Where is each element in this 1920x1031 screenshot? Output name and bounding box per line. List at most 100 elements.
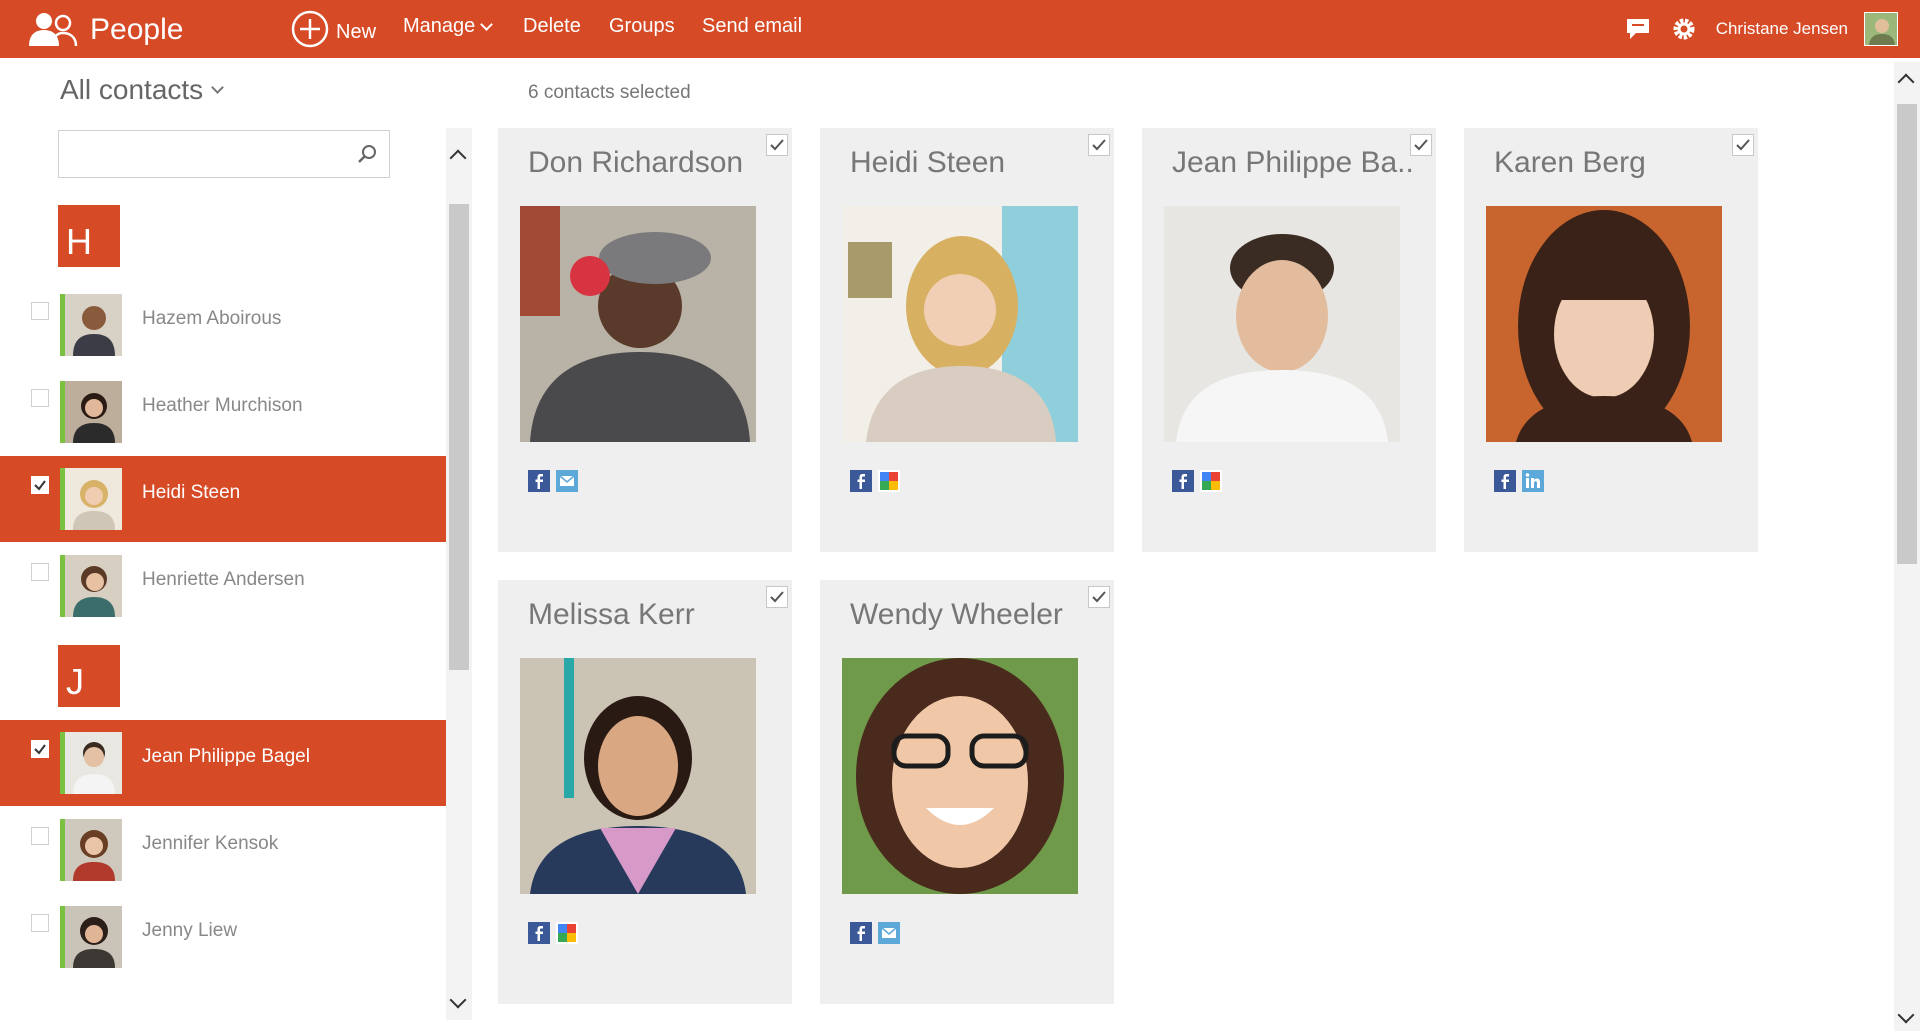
- search-icon[interactable]: [355, 142, 379, 166]
- google-icon[interactable]: [878, 470, 900, 492]
- contact-photo: [1486, 206, 1722, 442]
- contact-name: Heather Murchison: [142, 395, 303, 416]
- messenger-icon[interactable]: [556, 470, 578, 492]
- contact-checkbox[interactable]: [31, 827, 49, 845]
- contact-name: Hazem Aboirous: [142, 308, 282, 329]
- checkmark-icon: [1092, 591, 1106, 603]
- contact-card[interactable]: Heidi Steen: [820, 128, 1114, 552]
- checkmark-icon: [770, 591, 784, 603]
- contact-card[interactable]: Wendy Wheeler: [820, 580, 1114, 1004]
- group-letter-h[interactable]: H: [58, 205, 120, 267]
- contact-list-item[interactable]: Jennifer Kensok: [0, 807, 446, 893]
- app-brand[interactable]: People: [26, 10, 183, 50]
- search-box: [58, 130, 390, 178]
- facebook-icon[interactable]: [528, 922, 550, 944]
- contacts-filter-dropdown[interactable]: All contacts: [60, 74, 225, 106]
- checkmark-icon: [34, 480, 46, 491]
- contact-photo: [520, 658, 756, 894]
- chevron-down-icon: [480, 17, 494, 31]
- card-name: Karen Berg: [1494, 146, 1646, 179]
- delete-button[interactable]: Delete: [523, 15, 581, 38]
- scroll-up-icon[interactable]: [449, 149, 467, 167]
- card-name: Don Richardson: [528, 146, 744, 179]
- new-button[interactable]: New: [290, 10, 377, 49]
- new-label: New: [336, 20, 377, 43]
- scrollbar-thumb[interactable]: [449, 204, 469, 670]
- facebook-icon[interactable]: [1172, 470, 1194, 492]
- social-links: [1172, 470, 1222, 492]
- contact-photo: [520, 206, 756, 442]
- checkmark-icon: [1414, 139, 1428, 151]
- add-circle-icon: [291, 10, 329, 48]
- user-photo: [1865, 13, 1897, 45]
- contact-photo: [842, 658, 1078, 894]
- scrollbar-thumb[interactable]: [1897, 104, 1917, 564]
- contact-list-item[interactable]: Henriette Andersen: [0, 543, 446, 629]
- search-input[interactable]: [59, 131, 339, 175]
- user-name[interactable]: Christane Jensen: [1716, 19, 1848, 39]
- contact-checkbox[interactable]: [31, 476, 49, 494]
- top-bar: People New Manage Delete Groups Send ema…: [0, 0, 1920, 58]
- contact-card[interactable]: Karen Berg: [1464, 128, 1758, 552]
- contact-list-item[interactable]: Hazem Aboirous: [0, 282, 446, 368]
- scroll-down-icon[interactable]: [449, 991, 467, 1009]
- contact-list-item-selected[interactable]: Heidi Steen: [0, 456, 446, 542]
- contact-thumbnail: [60, 732, 122, 794]
- contact-photo: [1164, 206, 1400, 442]
- contact-checkbox[interactable]: [31, 389, 49, 407]
- account-area: Christane Jensen: [1624, 12, 1898, 46]
- messenger-icon[interactable]: [878, 922, 900, 944]
- card-checkbox[interactable]: [1088, 134, 1110, 156]
- contact-thumbnail: [60, 294, 122, 356]
- contact-thumbnail: [60, 555, 122, 617]
- card-name: Heidi Steen: [850, 146, 1006, 179]
- scroll-up-icon[interactable]: [1897, 73, 1915, 91]
- contact-thumbnail: [60, 819, 122, 881]
- contact-list-item[interactable]: Jenny Liew: [0, 894, 446, 980]
- contact-checkbox[interactable]: [31, 914, 49, 932]
- main-scrollbar[interactable]: [1894, 62, 1920, 1031]
- card-checkbox[interactable]: [766, 134, 788, 156]
- contact-thumbnail: [60, 906, 122, 968]
- user-avatar[interactable]: [1864, 12, 1898, 46]
- facebook-icon[interactable]: [528, 470, 550, 492]
- google-icon[interactable]: [556, 922, 578, 944]
- people-icon: [29, 13, 78, 47]
- linkedin-icon[interactable]: [1522, 470, 1544, 492]
- social-links: [850, 922, 900, 944]
- facebook-icon[interactable]: [850, 470, 872, 492]
- contact-checkbox[interactable]: [31, 740, 49, 758]
- facebook-icon[interactable]: [1494, 470, 1516, 492]
- google-icon[interactable]: [1200, 470, 1222, 492]
- contact-list-item-selected[interactable]: Jean Philippe Bagel: [0, 720, 446, 806]
- facebook-icon[interactable]: [850, 922, 872, 944]
- card-checkbox[interactable]: [1732, 134, 1754, 156]
- card-name: Melissa Kerr: [528, 598, 695, 631]
- delete-label: Delete: [523, 15, 581, 37]
- manage-menu[interactable]: Manage: [403, 15, 494, 38]
- settings-gear-icon[interactable]: [1670, 15, 1698, 43]
- contact-photo: [842, 206, 1078, 442]
- contact-card[interactable]: Don Richardson: [498, 128, 792, 552]
- card-checkbox[interactable]: [1410, 134, 1432, 156]
- contact-name: Jennifer Kensok: [142, 833, 279, 854]
- contact-list-scrollbar[interactable]: [446, 128, 472, 1020]
- contact-checkbox[interactable]: [31, 563, 49, 581]
- contact-list-item[interactable]: Heather Murchison: [0, 369, 446, 455]
- send-email-button[interactable]: Send email: [702, 15, 802, 38]
- contact-card[interactable]: Melissa Kerr: [498, 580, 792, 1004]
- social-links: [850, 470, 900, 492]
- chat-icon[interactable]: [1624, 15, 1652, 43]
- manage-label: Manage: [403, 15, 476, 37]
- group-letter-j[interactable]: J: [58, 645, 120, 707]
- card-checkbox[interactable]: [766, 586, 788, 608]
- scroll-down-icon[interactable]: [1897, 1006, 1915, 1024]
- contact-card[interactable]: Jean Philippe Ba...: [1142, 128, 1436, 552]
- chevron-down-icon: [211, 80, 225, 94]
- contact-thumbnail: [60, 468, 122, 530]
- card-checkbox[interactable]: [1088, 586, 1110, 608]
- contact-checkbox[interactable]: [31, 302, 49, 320]
- contact-name: Henriette Andersen: [142, 569, 305, 590]
- selection-status: 6 contacts selected: [528, 82, 691, 103]
- groups-button[interactable]: Groups: [609, 15, 675, 38]
